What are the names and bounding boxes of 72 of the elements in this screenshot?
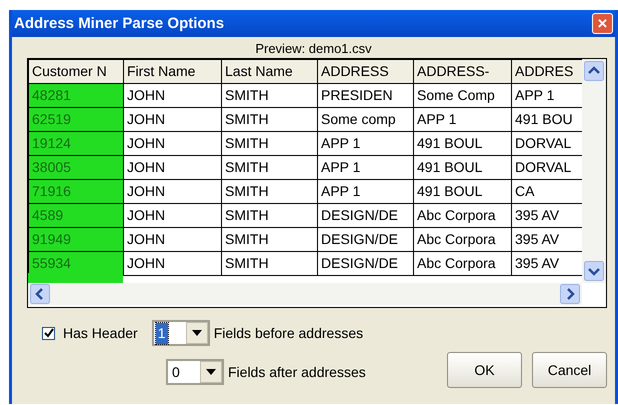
table-cell: APP 1 xyxy=(512,84,582,108)
table-cell: 4589 xyxy=(28,204,124,228)
table-cell: JOHN xyxy=(124,252,222,276)
table-cell: 19124 xyxy=(28,132,124,156)
table-cell: 38005 xyxy=(28,156,124,180)
table-cell: SMITH xyxy=(222,228,318,252)
vertical-scrollbar[interactable] xyxy=(582,59,606,283)
table-cell: SMITH xyxy=(222,156,318,180)
close-button[interactable]: × xyxy=(592,13,613,34)
table-cell: DORVAL xyxy=(512,132,582,156)
column-header[interactable]: Customer N xyxy=(28,60,124,84)
table-cell: JOHN xyxy=(124,180,222,204)
column-header[interactable]: ADDRESS- xyxy=(414,60,512,84)
dropdown-arrow-icon[interactable] xyxy=(206,369,216,375)
table-cell: 491 BOUL xyxy=(414,180,512,204)
table-cell: 71916 xyxy=(28,180,124,204)
count-dropdown[interactable]: 0 xyxy=(166,359,224,385)
table-cell: JOHN xyxy=(124,84,222,108)
table-cell: APP 1 xyxy=(318,132,414,156)
preview-label: Preview: demo1.csv xyxy=(255,41,372,57)
table-cell: JOHN xyxy=(124,204,222,228)
table-cell: SMITH xyxy=(222,204,318,228)
table-cell: Abc Corpora xyxy=(414,204,512,228)
ok-button[interactable]: OK xyxy=(447,352,522,388)
window-title: Address Miner Parse Options xyxy=(14,16,224,31)
column-header[interactable]: First Name xyxy=(124,60,222,84)
scroll-down-icon[interactable] xyxy=(584,261,604,281)
field-count-label: Fields before addresses xyxy=(214,324,364,342)
table-cell: JOHN xyxy=(124,108,222,132)
table-cell: SMITH xyxy=(222,180,318,204)
table-cell: SMITH xyxy=(222,84,318,108)
table-cell: DESIGN/DE xyxy=(318,252,414,276)
table-cell: Some comp xyxy=(318,108,414,132)
count-dropdown[interactable]: 1 xyxy=(152,320,210,346)
has-header-label: Has Header xyxy=(63,324,138,342)
table-cell: Some Comp xyxy=(414,84,512,108)
table-cell: 395 AV xyxy=(512,252,582,276)
column-header[interactable]: Last Name xyxy=(222,60,318,84)
table-cell: 62519 xyxy=(28,108,124,132)
table-cell: APP 1 xyxy=(318,180,414,204)
table-cell: JOHN xyxy=(124,156,222,180)
table-cell: PRESIDEN xyxy=(318,84,414,108)
scroll-left-icon[interactable] xyxy=(30,284,50,304)
cancel-button[interactable]: Cancel xyxy=(532,352,607,388)
table-cell: 91949 xyxy=(28,228,124,252)
table-cell: CA xyxy=(512,180,582,204)
field-count-label: Fields after addresses xyxy=(228,362,366,382)
table-cell: DORVAL xyxy=(512,156,582,180)
scroll-right-icon[interactable] xyxy=(560,284,580,304)
dropdown-arrow-icon[interactable] xyxy=(192,330,202,336)
table-cell: 48281 xyxy=(28,84,124,108)
table-cell: DESIGN/DE xyxy=(318,228,414,252)
column-header[interactable]: ADDRES xyxy=(512,60,582,84)
table-cell: DESIGN/DE xyxy=(318,204,414,228)
table-cell: JOHN xyxy=(124,132,222,156)
table-cell: SMITH xyxy=(222,108,318,132)
table-cell: 491 BOU xyxy=(512,108,582,132)
table-cell: Abc Corpora xyxy=(414,252,512,276)
table-cell: APP 1 xyxy=(318,156,414,180)
table-cell: 395 AV xyxy=(512,228,582,252)
table-cell: Abc Corpora xyxy=(414,228,512,252)
horizontal-scrollbar[interactable] xyxy=(28,283,582,305)
has-header-checkbox[interactable] xyxy=(42,326,55,340)
table-cell: 491 BOUL xyxy=(414,132,512,156)
table-cell: APP 1 xyxy=(414,108,512,132)
table-cell: SMITH xyxy=(222,252,318,276)
table-cell: 491 BOUL xyxy=(414,156,512,180)
table-cell: JOHN xyxy=(124,228,222,252)
table-cell: SMITH xyxy=(222,132,318,156)
table-cell: 395 AV xyxy=(512,204,582,228)
column-header[interactable]: ADDRESS xyxy=(318,60,414,84)
scroll-up-icon[interactable] xyxy=(584,61,604,81)
